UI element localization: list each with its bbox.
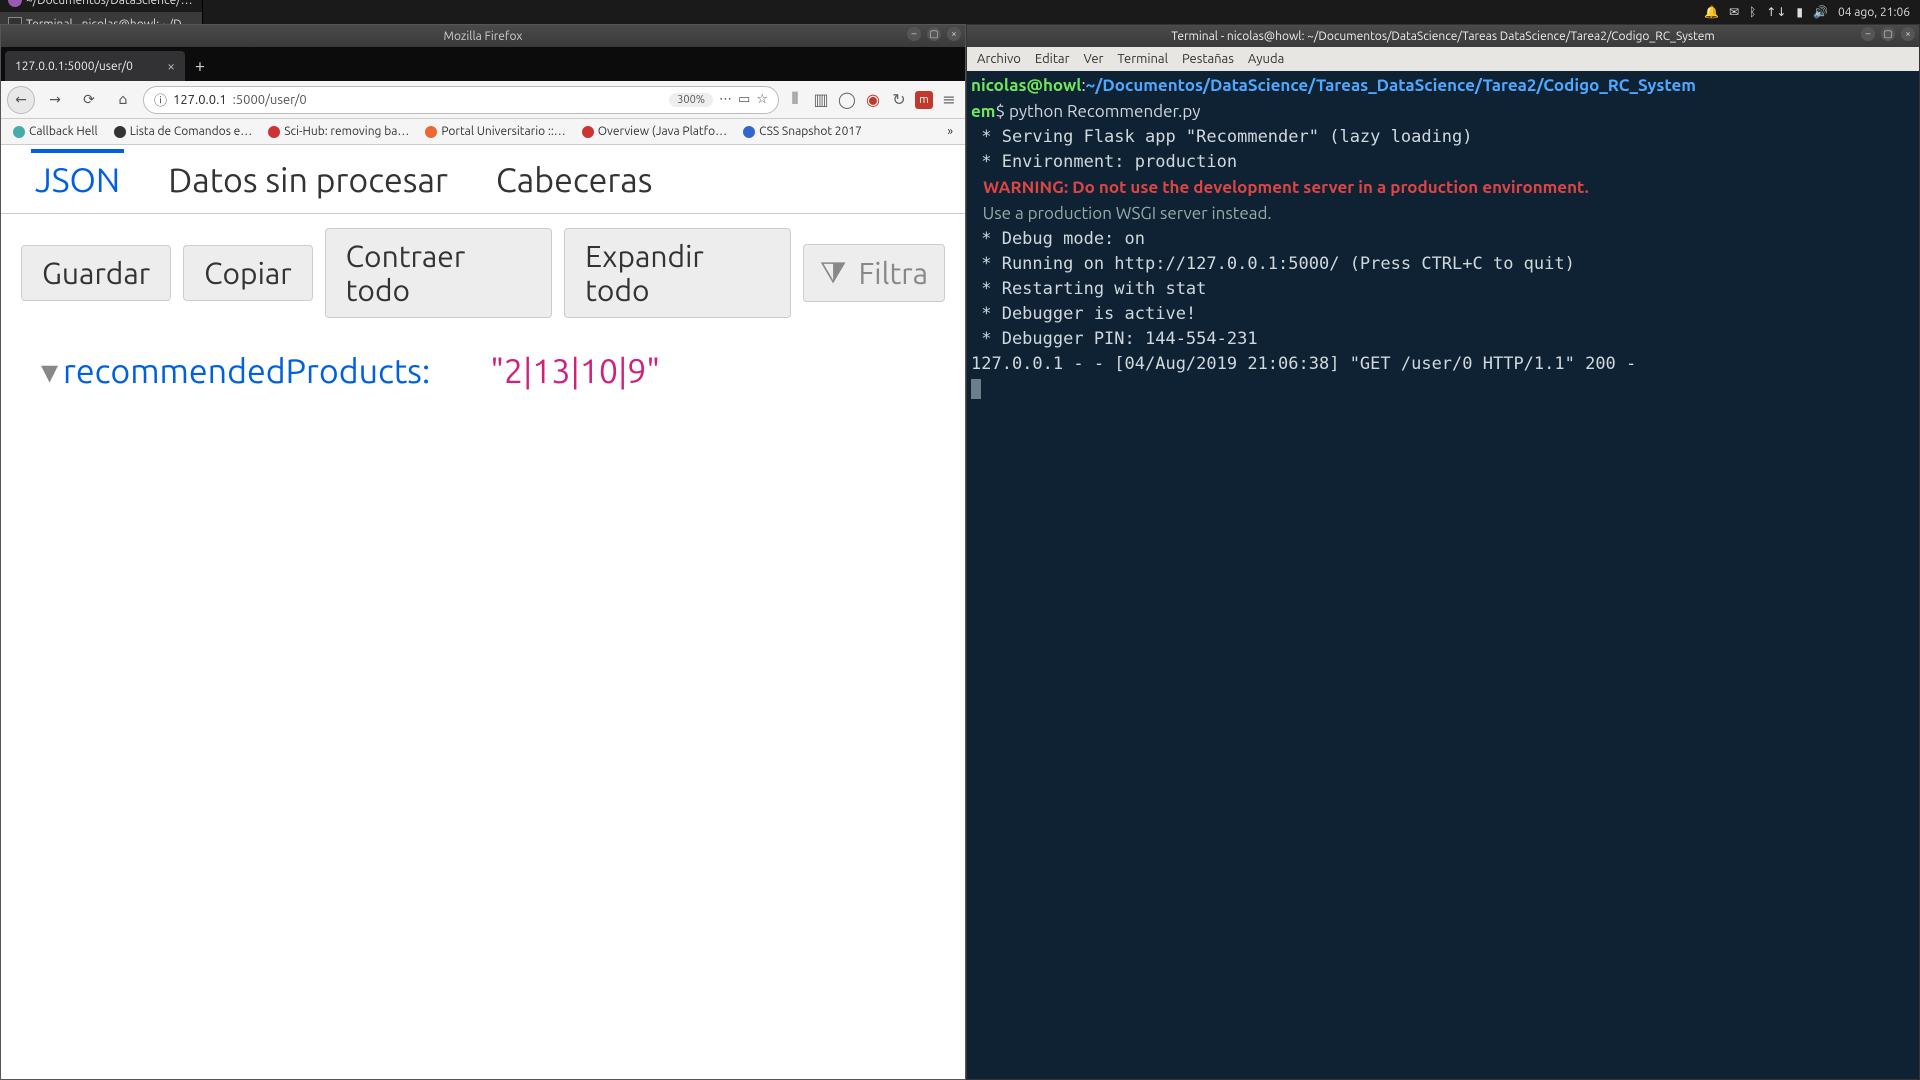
extension-icon[interactable]: ↻: [889, 90, 909, 110]
clock[interactable]: 04 ago, 21:06: [1838, 6, 1910, 19]
page-actions-icon[interactable]: ⋯: [719, 92, 732, 107]
firefox-titlebar: Mozilla Firefox – ▢ ×: [1, 25, 965, 47]
bookmarks-bar: Callback Hell Lista de Comandos e… Sci-Hub…: [1, 119, 965, 145]
terminal-titlebar: Terminal - nicolas@howl: ~/Documentos/Da…: [967, 25, 1919, 47]
bookmark-label: Portal Universitario ::…: [441, 125, 565, 138]
menu-item[interactable]: Archivo: [977, 52, 1021, 66]
bookmark-item[interactable]: Callback Hell: [7, 123, 104, 140]
tab-headers[interactable]: Cabeceras: [492, 153, 657, 213]
bookmark-label: Callback Hell: [29, 125, 98, 138]
terminal-window-controls: – ▢ ×: [1861, 27, 1915, 41]
bookmark-item[interactable]: Sci-Hub: removing ba…: [262, 123, 415, 140]
url-path: :5000/user/0: [233, 93, 307, 107]
bookmark-item[interactable]: Lista de Comandos e…: [108, 123, 259, 140]
bookmark-label: CSS Snapshot 2017: [759, 125, 862, 138]
favicon: [13, 126, 25, 138]
bookmarks-overflow-icon[interactable]: »: [941, 125, 959, 138]
bookmark-item[interactable]: Overview (Java Platfo…: [576, 123, 733, 140]
shield-icon[interactable]: ◉: [863, 90, 883, 110]
tab-raw[interactable]: Datos sin procesar: [164, 153, 452, 213]
menu-icon[interactable]: ≡: [939, 90, 959, 110]
volume-icon[interactable]: 🔊: [1813, 5, 1828, 19]
home-button[interactable]: ⌂: [109, 86, 137, 114]
favicon: [425, 126, 437, 138]
page-content: JSON Datos sin procesar Cabeceras Guarda…: [1, 145, 965, 1079]
battery-icon[interactable]: ▮: [1796, 5, 1803, 19]
reload-button[interactable]: ⟳: [75, 86, 103, 114]
terminal-window: Terminal - nicolas@howl: ~/Documentos/Da…: [966, 24, 1920, 1080]
os-top-panel: NicolasU-N/Recommender_s…Mozilla Firefox…: [0, 0, 1920, 24]
bluetooth-icon[interactable]: ᛒ: [1749, 6, 1756, 19]
extension2-icon[interactable]: m: [915, 91, 933, 109]
favicon: [268, 126, 280, 138]
save-button[interactable]: Guardar: [21, 245, 171, 301]
sidebar-icon[interactable]: ▥: [811, 90, 831, 110]
expand-all-button[interactable]: Expandir todo: [564, 228, 791, 318]
json-viewer-tabs: JSON Datos sin procesar Cabeceras: [1, 145, 965, 214]
json-key: recommendedProducts:: [63, 352, 430, 390]
firefox-tabstrip: 127.0.0.1:5000/user/0 × +: [1, 47, 965, 81]
bookmark-item[interactable]: CSS Snapshot 2017: [737, 123, 868, 140]
bookmark-label: Overview (Java Platfo…: [598, 125, 727, 138]
copy-button[interactable]: Copiar: [183, 245, 313, 301]
site-info-icon[interactable]: ⓘ: [154, 90, 167, 109]
library-icon[interactable]: ⫴: [785, 90, 805, 110]
favicon: [582, 126, 594, 138]
close-button[interactable]: ×: [947, 27, 961, 41]
favicon: [743, 126, 755, 138]
menu-item[interactable]: Ayuda: [1248, 52, 1284, 66]
tree-toggle-icon[interactable]: ▾: [41, 352, 63, 392]
json-viewer-toolbar: Guardar Copiar Contraer todo Expandir to…: [1, 214, 965, 332]
taskbar-button[interactable]: ~/Documentos/DataScience/…: [0, 0, 203, 12]
tab-title: 127.0.0.1:5000/user/0: [15, 60, 133, 73]
menu-item[interactable]: Editar: [1035, 52, 1070, 66]
network-icon[interactable]: ↑↓: [1766, 5, 1786, 19]
app-icon: [8, 0, 22, 7]
json-body: ▾recommendedProducts: "2|13|10|9": [1, 332, 965, 412]
minimize-button[interactable]: –: [1861, 27, 1875, 41]
collapse-all-button[interactable]: Contraer todo: [325, 228, 553, 318]
close-button[interactable]: ×: [1901, 27, 1915, 41]
forward-button[interactable]: →: [41, 86, 69, 114]
minimize-button[interactable]: –: [907, 27, 921, 41]
bookmark-item[interactable]: Portal Universitario ::…: [419, 123, 571, 140]
filter-placeholder: Filtra: [859, 256, 928, 290]
terminal-output[interactable]: nicolas@howl:~/Documentos/DataScience/Ta…: [967, 71, 1919, 1079]
maximize-button[interactable]: ▢: [1881, 27, 1895, 41]
system-tray: 🔔 ✉ ᛒ ↑↓ ▮ 🔊 04 ago, 21:06: [1694, 5, 1920, 19]
maximize-button[interactable]: ▢: [927, 27, 941, 41]
bookmark-star-icon[interactable]: ☆: [756, 92, 768, 107]
account-icon[interactable]: ◯: [837, 90, 857, 110]
bookmark-label: Sci-Hub: removing ba…: [284, 125, 409, 138]
menu-item[interactable]: Terminal: [1117, 52, 1168, 66]
menu-item[interactable]: Ver: [1084, 52, 1104, 66]
terminal-title-text: Terminal - nicolas@howl: ~/Documentos/Da…: [1171, 30, 1715, 43]
firefox-title-text: Mozilla Firefox: [444, 30, 523, 43]
filter-input[interactable]: ⧩ Filtra: [803, 244, 945, 302]
mail-icon[interactable]: ✉: [1729, 5, 1739, 19]
url-host: 127.0.0.1: [173, 93, 227, 107]
favicon: [114, 126, 126, 138]
tab-json[interactable]: JSON: [31, 149, 124, 213]
firefox-window-controls: – ▢ ×: [907, 27, 961, 41]
tab-close-icon[interactable]: ×: [167, 58, 175, 74]
bookmark-label: Lista de Comandos e…: [130, 125, 253, 138]
address-bar[interactable]: ⓘ 127.0.0.1 :5000/user/0 300% ⋯ ▭ ☆: [143, 86, 779, 114]
zoom-indicator[interactable]: 300%: [669, 93, 713, 107]
notification-icon[interactable]: 🔔: [1704, 5, 1719, 19]
filter-icon: ⧩: [820, 255, 847, 291]
new-tab-button[interactable]: +: [185, 51, 215, 81]
terminal-menubar: Archivo Editar Ver Terminal Pestañas Ayuda: [967, 47, 1919, 71]
menu-item[interactable]: Pestañas: [1182, 52, 1234, 66]
firefox-toolbar: ← → ⟳ ⌂ ⓘ 127.0.0.1 :5000/user/0 300% ⋯ ▭…: [1, 81, 965, 119]
firefox-window: Mozilla Firefox – ▢ × 127.0.0.1:5000/use…: [0, 24, 966, 1080]
browser-tab[interactable]: 127.0.0.1:5000/user/0 ×: [5, 51, 185, 81]
reader-icon[interactable]: ▭: [738, 92, 750, 107]
json-value: "2|13|10|9": [490, 352, 660, 390]
back-button[interactable]: ←: [7, 86, 35, 114]
taskbar-label: ~/Documentos/DataScience/…: [26, 0, 193, 7]
